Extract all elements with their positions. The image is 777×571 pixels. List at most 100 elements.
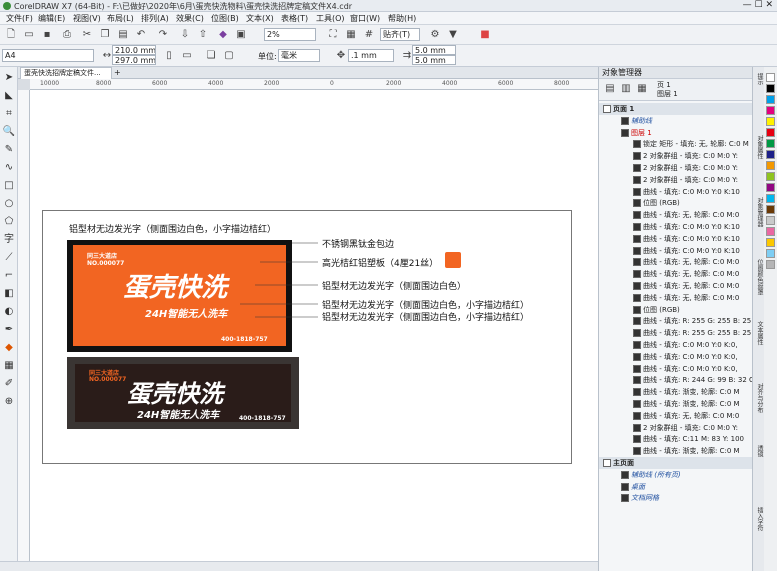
copy-icon[interactable]: ❐ bbox=[98, 28, 112, 42]
object-tree-row[interactable]: 曲线 - 填充: C:0 M:0 Y:0 K:10 bbox=[599, 186, 753, 198]
palette-swatch[interactable] bbox=[766, 117, 775, 126]
import-icon[interactable]: ⇩ bbox=[178, 28, 192, 42]
menu-edit[interactable]: 编辑(E) bbox=[38, 13, 65, 24]
palette-swatch[interactable] bbox=[766, 161, 775, 170]
smart-fill-icon[interactable]: ▦ bbox=[2, 359, 16, 373]
docker-tab[interactable]: 对齐与分布 bbox=[754, 383, 764, 413]
outline-pen-icon[interactable]: ✐ bbox=[2, 377, 16, 391]
zoom-level-field[interactable]: 2% bbox=[264, 28, 316, 41]
rectangle-tool-icon[interactable]: □ bbox=[2, 179, 16, 193]
object-tree-row[interactable]: 曲线 - 填充: 无, 轮廓: C:0 M:0 bbox=[599, 268, 753, 280]
object-tree-row[interactable]: 位图 (RGB) bbox=[599, 304, 753, 316]
palette-swatch[interactable] bbox=[766, 183, 775, 192]
palette-swatch[interactable] bbox=[766, 194, 775, 203]
layer-manager-icon[interactable]: ▥ bbox=[619, 82, 633, 96]
palette-swatch[interactable] bbox=[766, 172, 775, 181]
polygon-tool-icon[interactable]: ⬠ bbox=[2, 215, 16, 229]
object-tree-row[interactable]: 2 对象群组 - 填充: C:0 M:0 Y: bbox=[599, 422, 753, 434]
rulers-icon[interactable]: ▦ bbox=[344, 28, 358, 42]
menu-tools[interactable]: 工具(O) bbox=[316, 13, 345, 24]
menu-help[interactable]: 帮助(H) bbox=[388, 13, 416, 24]
object-tree-row[interactable]: 2 对象群组 - 填充: C:0 M:0 Y: bbox=[599, 150, 753, 162]
units-dropdown[interactable]: 毫米 bbox=[278, 49, 320, 62]
window-controls[interactable]: — ☐ ✕ bbox=[743, 0, 773, 10]
docker-tab[interactable]: 文本属性 bbox=[754, 321, 764, 345]
interactive-tool-icon[interactable]: ◧ bbox=[2, 287, 16, 301]
docker-tab[interactable]: 位图颜色遮罩 bbox=[754, 259, 764, 295]
welcome-icon[interactable]: ▼ bbox=[446, 28, 460, 42]
corel-connect-icon[interactable]: ◆ bbox=[216, 28, 230, 42]
new-tab-plus-icon[interactable]: + bbox=[114, 68, 121, 77]
signboard-orange[interactable]: 同三大道店 NO.000077 蛋壳快洗 24H智能无人洗车 400-1818-… bbox=[67, 240, 292, 352]
nudge-distance-field[interactable]: .1 mm bbox=[348, 49, 394, 62]
menu-bitmaps[interactable]: 位图(B) bbox=[211, 13, 239, 24]
object-tree-row[interactable]: 曲线 - 填充: C:0 M:0 Y:0 K:0, bbox=[599, 363, 753, 375]
interactive-fill-icon[interactable]: ◆ bbox=[2, 341, 16, 355]
object-tree-row[interactable]: 辅助线 bbox=[599, 115, 753, 127]
palette-swatch[interactable] bbox=[766, 73, 775, 82]
object-tree-row[interactable]: 曲线 - 填充: 渐变, 轮廓: C:0 M bbox=[599, 398, 753, 410]
export-icon[interactable]: ⇧ bbox=[196, 28, 210, 42]
landscape-icon[interactable]: ▭ bbox=[180, 49, 194, 63]
duplicate-y-field[interactable]: 5.0 mm bbox=[412, 55, 456, 65]
grid-icon[interactable]: # bbox=[362, 28, 376, 42]
palette-swatch[interactable] bbox=[766, 128, 775, 137]
current-page-icon[interactable]: ▢ bbox=[222, 49, 236, 63]
palette-swatch[interactable] bbox=[766, 227, 775, 236]
menu-table[interactable]: 表格(T) bbox=[281, 13, 308, 24]
add-tool-icon[interactable]: ⊕ bbox=[2, 395, 16, 409]
new-file-icon[interactable]: 🗋 bbox=[4, 28, 18, 42]
object-tree-row[interactable]: 位图 (RGB) bbox=[599, 197, 753, 209]
menu-window[interactable]: 窗口(W) bbox=[350, 13, 380, 24]
object-tree-row[interactable]: 辅助线 (所有页) bbox=[599, 469, 753, 481]
shape-tool-icon[interactable]: ◣ bbox=[2, 89, 16, 103]
object-tree-row[interactable]: 曲线 - 填充: 无, 轮廓: C:0 M:0 bbox=[599, 256, 753, 268]
artistic-media-icon[interactable]: ∿ bbox=[2, 161, 16, 175]
page-width-field[interactable]: 210.0 mm bbox=[112, 45, 156, 55]
object-tree-row[interactable]: 曲线 - 填充: 无, 轮廓: C:0 M:0 bbox=[599, 292, 753, 304]
save-icon[interactable]: ▪ bbox=[40, 28, 54, 42]
menu-view[interactable]: 视图(V) bbox=[73, 13, 101, 24]
palette-swatch[interactable] bbox=[766, 150, 775, 159]
docker-tab[interactable]: 透镜 bbox=[754, 445, 764, 457]
paste-icon[interactable]: ▤ bbox=[116, 28, 130, 42]
cut-icon[interactable]: ✂ bbox=[80, 28, 94, 42]
object-tree-row[interactable]: 曲线 - 填充: R: 255 G: 255 B: 25 bbox=[599, 315, 753, 327]
docker-tab[interactable]: 对象属性 bbox=[754, 135, 764, 159]
menu-file[interactable]: 文件(F) bbox=[6, 13, 33, 24]
docker-tab[interactable]: 插入字符 bbox=[754, 507, 764, 531]
palette-swatch[interactable] bbox=[766, 216, 775, 225]
object-tree-row[interactable]: 曲线 - 填充: 无, 轮廓: C:0 M:0 bbox=[599, 280, 753, 292]
object-tree-row[interactable]: 锁定 矩形 - 填充: 无, 轮廓: C:0 M bbox=[599, 138, 753, 150]
menu-effects[interactable]: 效果(C) bbox=[176, 13, 204, 24]
transparency-tool-icon[interactable]: ◐ bbox=[2, 305, 16, 319]
object-tree-row[interactable]: 曲线 - 填充: C:0 M:0 Y:0 K:10 bbox=[599, 221, 753, 233]
full-screen-icon[interactable]: ⛶ bbox=[326, 28, 340, 42]
eyedropper-icon[interactable]: ✒ bbox=[2, 323, 16, 337]
object-tree-row[interactable]: 页面 1 bbox=[599, 103, 753, 115]
object-tree-row[interactable]: 文档网格 bbox=[599, 492, 753, 504]
freehand-tool-icon[interactable]: ✎ bbox=[2, 143, 16, 157]
object-tree-row[interactable]: 主页面 bbox=[599, 457, 753, 469]
menu-text[interactable]: 文本(X) bbox=[246, 13, 274, 24]
object-tree-row[interactable]: 曲线 - 填充: R: 244 G: 99 B: 32 C bbox=[599, 374, 753, 386]
palette-swatch[interactable] bbox=[766, 95, 775, 104]
page-size-dropdown[interactable]: A4 bbox=[2, 49, 94, 62]
object-tree-row[interactable]: 曲线 - 填充: C:0 M:0 Y:0 K:0, bbox=[599, 351, 753, 363]
redo-icon[interactable]: ↷ bbox=[156, 28, 170, 42]
object-tree-row[interactable]: 2 对象群组 - 填充: C:0 M:0 Y: bbox=[599, 162, 753, 174]
snap-to-dropdown[interactable]: 贴齐(T) bbox=[380, 28, 420, 41]
options-icon[interactable]: ⚙ bbox=[428, 28, 442, 42]
duplicate-x-field[interactable]: 5.0 mm bbox=[412, 45, 456, 55]
signboard-dark[interactable]: 同三大道店 NO.000077 蛋壳快洗 24H智能无人洗车 400-1818-… bbox=[67, 357, 299, 429]
all-pages-icon[interactable]: ❏ bbox=[204, 49, 218, 63]
palette-swatch[interactable] bbox=[766, 205, 775, 214]
palette-swatch[interactable] bbox=[766, 238, 775, 247]
pick-tool-icon[interactable]: ➤ bbox=[2, 71, 16, 85]
object-tree-row[interactable]: 曲线 - 填充: C:0 M:0 Y:0 K:10 bbox=[599, 245, 753, 257]
object-tree-row[interactable]: 桌面 bbox=[599, 481, 753, 493]
open-folder-icon[interactable]: ▭ bbox=[22, 28, 36, 42]
object-tree-row[interactable]: 曲线 - 填充: 渐变, 轮廓: C:0 M bbox=[599, 386, 753, 398]
connector-tool-icon[interactable]: ⌐ bbox=[2, 269, 16, 283]
text-tool-icon[interactable]: 字 bbox=[2, 233, 16, 247]
